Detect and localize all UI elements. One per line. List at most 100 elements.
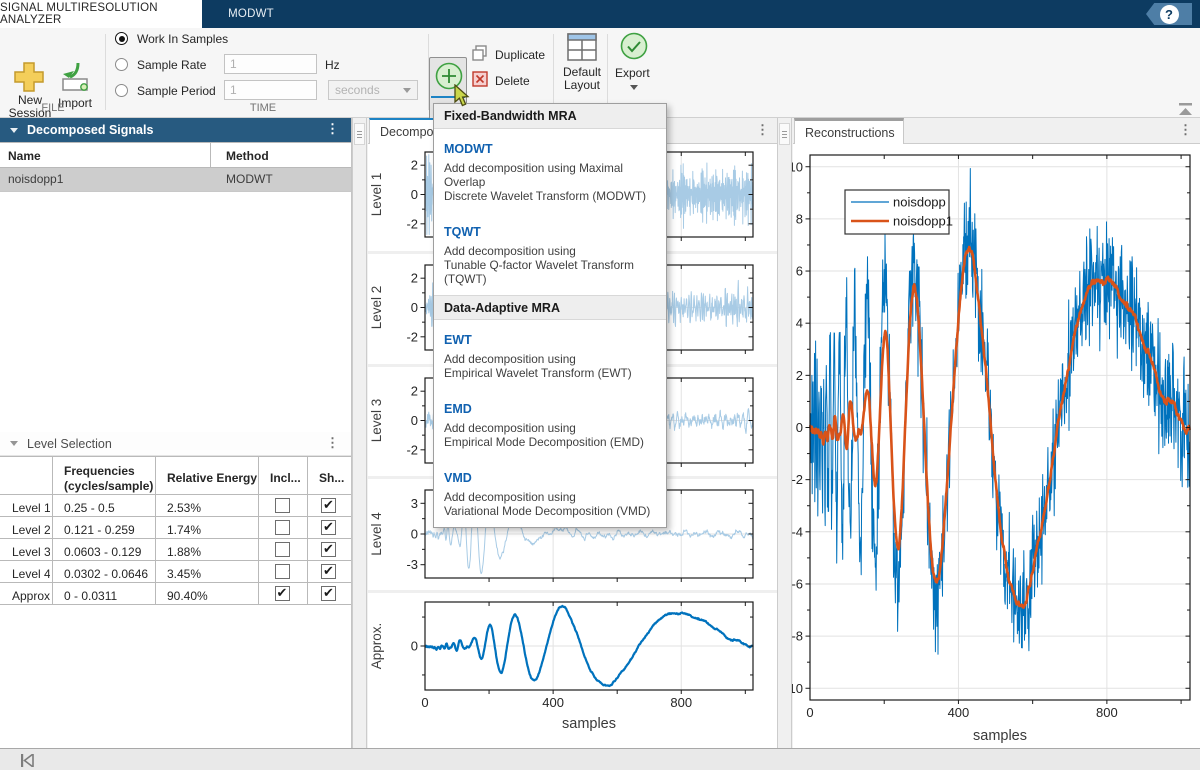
splitter-grip-icon[interactable] [779, 123, 790, 145]
collapse-triangle-icon[interactable] [10, 128, 18, 133]
export-button[interactable]: Export [615, 66, 650, 80]
seconds-dropdown[interactable]: seconds [328, 80, 418, 100]
svg-text:-6: -6 [792, 577, 803, 592]
tab-signal-multiresolution-analyzer[interactable]: SIGNAL MULTIRESOLUTION ANALYZER [0, 0, 202, 28]
ribbon-separator [105, 34, 106, 110]
collapse-triangle-icon[interactable] [10, 441, 18, 446]
frequency-range-value: 0.0302 - 0.0646 [56, 563, 156, 581]
kebab-menu-icon[interactable]: ⋮ [326, 121, 339, 137]
duplicate-button[interactable]: Duplicate [495, 48, 545, 62]
show-checkbox[interactable] [321, 586, 336, 601]
svg-text:-2: -2 [792, 472, 803, 487]
svg-text:samples: samples [562, 716, 616, 732]
collapse-ribbon-icon[interactable] [1179, 103, 1193, 116]
splitter-grip-icon[interactable] [354, 123, 365, 145]
svg-text:-2: -2 [406, 216, 418, 231]
include-checkbox[interactable] [275, 586, 290, 601]
row-label: Level 4 [4, 563, 50, 581]
ribbon-separator [553, 34, 554, 110]
level-selection-title: Level Selection [27, 437, 112, 451]
svg-text:Level 2: Level 2 [369, 286, 384, 330]
reconstructions-tabstrip: Reconstructions ⋮ [793, 118, 1200, 144]
show-checkbox[interactable] [321, 520, 336, 535]
tab-reconstructions[interactable]: Reconstructions [794, 118, 904, 144]
splitter-left[interactable] [352, 118, 367, 770]
menu-item-ewt[interactable]: EWT Add decomposition using Empirical Wa… [434, 320, 666, 389]
frequency-range-value: 0.0603 - 0.129 [56, 541, 156, 559]
ribbon-separator [607, 34, 608, 110]
col-header-name[interactable]: Name [0, 145, 209, 163]
row-label: Level 1 [4, 497, 50, 515]
svg-text:2: 2 [411, 158, 418, 173]
frequency-range-value: 0.121 - 0.259 [56, 519, 156, 537]
decomposed-signals-header[interactable]: Decomposed Signals ⋮ [0, 118, 351, 142]
sample-rate-radio[interactable] [115, 58, 128, 71]
chevron-down-icon [403, 88, 411, 93]
include-checkbox[interactable] [275, 498, 290, 513]
col-header-show[interactable]: Sh... [311, 467, 353, 485]
default-layout-button[interactable]: DefaultLayout [558, 66, 606, 92]
work-in-samples-radio[interactable] [115, 32, 128, 45]
svg-text:noisdopp1: noisdopp1 [893, 214, 953, 229]
sample-period-input[interactable]: 1 [224, 80, 317, 100]
col-header-method[interactable]: Method [218, 145, 348, 163]
svg-text:800: 800 [670, 695, 692, 710]
default-layout-icon[interactable] [566, 32, 598, 62]
row-label: Level 3 [4, 541, 50, 559]
tab-modwt[interactable]: MODWT [202, 0, 300, 28]
show-checkbox[interactable] [321, 498, 336, 513]
menu-group-data-adaptive: Data-Adaptive MRA [434, 295, 666, 320]
menu-item-emd[interactable]: EMD Add decomposition using Empirical Mo… [434, 389, 666, 458]
collapse-panel-left-icon[interactable] [20, 754, 36, 767]
export-icon[interactable] [620, 32, 648, 60]
svg-text:800: 800 [1096, 705, 1118, 720]
help-icon: ? [1160, 5, 1179, 24]
relative-energy-value: 3.45% [159, 563, 259, 581]
svg-text:samples: samples [973, 728, 1027, 744]
splitter-right[interactable] [777, 118, 792, 770]
col-header-frequencies[interactable]: Frequencies (cycles/sample) [56, 460, 156, 494]
svg-text:2: 2 [411, 384, 418, 399]
delete-button[interactable]: Delete [495, 74, 530, 88]
kebab-menu-icon[interactable]: ⋮ [326, 435, 339, 451]
col-header-include[interactable]: Incl... [262, 467, 308, 485]
table-row-noisdopp1[interactable]: noisdopp1 MODWT [0, 168, 351, 191]
svg-text:0: 0 [411, 413, 418, 428]
menu-item-tqwt[interactable]: TQWT Add decomposition using Tunable Q-f… [434, 212, 666, 295]
duplicate-icon[interactable] [471, 44, 489, 62]
kebab-menu-icon[interactable]: ⋮ [1179, 122, 1192, 138]
svg-text:0: 0 [421, 695, 428, 710]
relative-energy-value: 1.74% [159, 519, 259, 537]
include-checkbox[interactable] [275, 542, 290, 557]
svg-text:Level 1: Level 1 [369, 173, 384, 217]
svg-text:Level 3: Level 3 [369, 399, 384, 443]
reconstructions-plot[interactable]: -10-8-6-4-202468100400800samplesnoisdopp… [792, 144, 1200, 750]
col-header-relative-energy[interactable]: Relative Energy [159, 467, 259, 485]
decomposed-signals-title: Decomposed Signals [27, 123, 153, 137]
left-panel: Decomposed Signals ⋮ Name Method noisdop… [0, 118, 352, 748]
menu-item-modwt[interactable]: MODWT Add decomposition using Maximal Ov… [434, 129, 666, 212]
include-checkbox[interactable] [275, 520, 290, 535]
level-selection-header[interactable]: Level Selection ⋮ [0, 432, 351, 456]
svg-text:0: 0 [796, 420, 803, 435]
svg-text:Level 4: Level 4 [369, 512, 384, 556]
kebab-menu-icon[interactable]: ⋮ [756, 122, 769, 138]
add-dropdown-menu: Fixed-Bandwidth MRA MODWT Add decomposit… [433, 103, 667, 528]
sample-period-radio[interactable] [115, 84, 128, 97]
import-icon[interactable] [58, 61, 94, 93]
include-checkbox[interactable] [275, 564, 290, 579]
relative-energy-value: 1.88% [159, 541, 259, 559]
export-dropdown-arrow-icon[interactable] [630, 85, 638, 90]
new-session-icon[interactable] [13, 61, 47, 93]
sample-rate-input[interactable]: 1 [224, 54, 317, 74]
help-button[interactable]: ? [1146, 3, 1192, 25]
status-bar [0, 748, 1200, 770]
show-checkbox[interactable] [321, 542, 336, 557]
svg-text:0: 0 [806, 705, 813, 720]
menu-item-vmd[interactable]: VMD Add decomposition using Variational … [434, 458, 666, 527]
show-checkbox[interactable] [321, 564, 336, 579]
svg-text:0: 0 [411, 300, 418, 315]
row-label: Level 2 [4, 519, 50, 537]
frequency-range-value: 0.25 - 0.5 [56, 497, 156, 515]
time-section-label: TIME [230, 102, 296, 114]
